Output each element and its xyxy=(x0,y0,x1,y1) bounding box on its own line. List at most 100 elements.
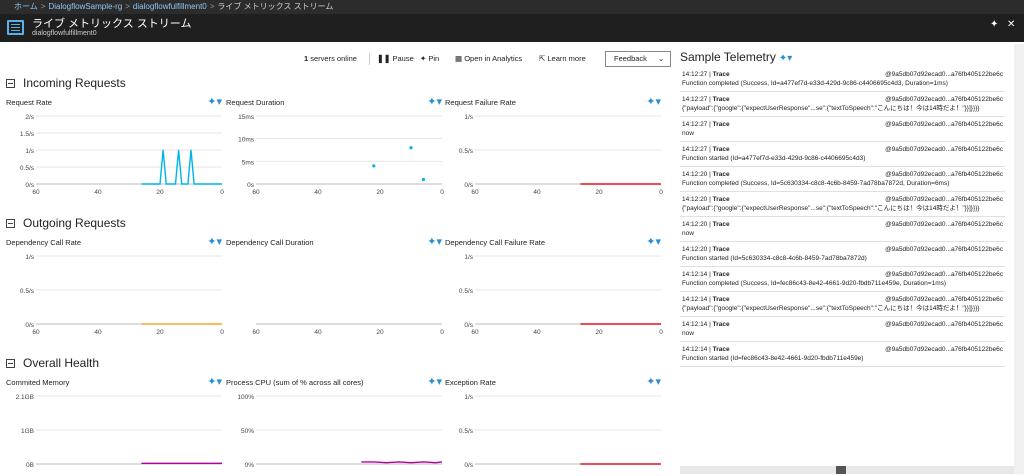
telemetry-row[interactable]: 14:12:20 | Trace @9a5db07d92ecad0...a76fb… xyxy=(680,193,1005,217)
chart-title: Commited Memory xyxy=(6,378,70,387)
filter-icon[interactable]: ✦▾ xyxy=(646,95,661,108)
telemetry-row[interactable]: 14:12:27 | Trace @9a5db07d92ecad0...a76fb… xyxy=(680,68,1005,92)
row-header: 14:12:14 | Trace @9a5db07d92ecad0...a76fb… xyxy=(682,271,1003,278)
row-id: @9a5db07d92ecad0...a76fb405122be6c xyxy=(885,221,1003,228)
x-tick-label: 20 xyxy=(156,189,164,196)
y-tick-label: 0/s xyxy=(464,322,473,329)
chart-title: Request Rate xyxy=(6,98,52,107)
row-type: Trace xyxy=(712,171,730,178)
section-outgoing[interactable]: Outgoing Requests xyxy=(6,216,126,230)
row-type: Trace xyxy=(712,221,730,228)
collapse-icon xyxy=(6,79,15,88)
filter-icon[interactable]: ✦▾ xyxy=(427,235,442,248)
chevron-down-icon: ⌄ xyxy=(658,54,665,63)
chart-request-failure-rate: Request Failure Rate ✦▾ 1/s 0.5/s 0/s 60 40 20 0 xyxy=(443,95,663,196)
section-incoming[interactable]: Incoming Requests xyxy=(6,76,126,90)
y-tick-label: 100% xyxy=(237,394,254,401)
telemetry-row[interactable]: 14:12:20 | Trace @9a5db07d92ecad0...a76fb… xyxy=(680,218,1005,242)
pause-button[interactable]: ❚❚ Pause xyxy=(377,50,414,68)
data-point xyxy=(409,146,413,150)
row-header: 14:12:20 | Trace @9a5db07d92ecad0...a76fb… xyxy=(682,171,1003,178)
x-tick-label: 40 xyxy=(94,329,102,336)
x-tick-label: 20 xyxy=(595,189,603,196)
row-time: 14:12:14 xyxy=(682,346,708,353)
x-tick-label: 20 xyxy=(376,329,384,336)
x-tick-label: 60 xyxy=(471,329,479,336)
x-tick-label: 40 xyxy=(533,189,541,196)
data-point xyxy=(421,177,425,182)
chart-title: Dependency Call Duration xyxy=(226,238,314,247)
breadcrumb-sep: > xyxy=(209,2,215,11)
telemetry-row[interactable]: 14:12:14 | Trace @9a5db07d92ecad0...a76fb… xyxy=(680,318,1005,342)
x-tick-label: 40 xyxy=(314,189,322,196)
x-tick-label: 60 xyxy=(252,189,260,196)
row-message: Function completed (Success, Id=a477ef7d… xyxy=(682,80,948,87)
telemetry-row[interactable]: 14:12:14 | Trace @9a5db07d92ecad0...a76fb… xyxy=(680,268,1005,292)
filter-icon[interactable]: ✦▾ xyxy=(646,375,661,388)
x-tick-label: 20 xyxy=(595,329,603,336)
filter-icon[interactable]: ✦▾ xyxy=(207,235,222,248)
filter-icon[interactable]: ✦▾ xyxy=(207,95,222,108)
y-tick-label: 0.5/s xyxy=(459,148,474,155)
chart-title: Request Duration xyxy=(226,98,285,107)
scrollbar-thumb[interactable] xyxy=(836,466,846,474)
x-tick-label: 20 xyxy=(376,189,384,196)
series-line xyxy=(361,461,443,464)
section-health[interactable]: Overall Health xyxy=(6,356,99,370)
y-tick-label: 1.5/s xyxy=(20,131,35,138)
y-tick-label: 1/s xyxy=(25,148,34,155)
telemetry-row[interactable]: 14:12:20 | Trace @9a5db07d92ecad0...a76fb… xyxy=(680,168,1005,192)
close-icon[interactable]: ✕ xyxy=(1007,19,1015,30)
row-time: 14:12:27 xyxy=(682,71,708,78)
telemetry-row[interactable]: 14:12:14 | Trace @9a5db07d92ecad0...a76fb… xyxy=(680,293,1005,317)
telemetry-row[interactable]: 14:12:20 | Trace @9a5db07d92ecad0...a76fb… xyxy=(680,243,1005,267)
pin-icon: ✦ xyxy=(420,54,427,63)
breadcrumb-app[interactable]: dialogflowfulfillment0 xyxy=(133,2,207,11)
feedback-dropdown[interactable]: Feedback ⌄ xyxy=(605,51,671,67)
row-message: Function started (Id=fec86c43-8e42-4661-… xyxy=(682,355,864,362)
horizontal-scrollbar[interactable] xyxy=(680,466,1014,474)
vertical-scrollbar[interactable] xyxy=(1014,44,1024,474)
row-id: @9a5db07d92ecad0...a76fb405122be6c xyxy=(885,96,1003,103)
live-metrics-icon xyxy=(7,20,24,35)
filter-icon[interactable]: ✦▾ xyxy=(779,53,792,64)
breadcrumb: ホーム > DialogflowSample-rg > dialogflowfulfil… xyxy=(0,0,1024,14)
row-time: 14:12:14 xyxy=(682,271,708,278)
y-tick-label: 5ms xyxy=(242,159,255,166)
breadcrumb-rg[interactable]: DialogflowSample-rg xyxy=(48,2,122,11)
row-id: @9a5db07d92ecad0...a76fb405122be6c xyxy=(885,321,1003,328)
row-time: 14:12:14 xyxy=(682,296,708,303)
row-message: Function completed (Success, Id=fec86c43… xyxy=(682,280,947,287)
y-tick-label: 0B xyxy=(26,462,34,469)
x-tick-label: 0 xyxy=(659,329,663,336)
row-type: Trace xyxy=(712,246,730,253)
filter-icon[interactable]: ✦▾ xyxy=(207,375,222,388)
row-message: {"payload":{"google":{"expectUserRespons… xyxy=(682,105,980,112)
row-message: {"payload":{"google":{"expectUserRespons… xyxy=(682,205,980,212)
row-time: 14:12:27 xyxy=(682,146,708,153)
telemetry-row[interactable]: 14:12:14 | Trace @9a5db07d92ecad0...a76fb… xyxy=(680,343,1005,367)
open-analytics-button[interactable]: ▦ Open in Analytics xyxy=(455,50,522,68)
telemetry-row[interactable]: 14:12:27 | Trace @9a5db07d92ecad0...a76fb… xyxy=(680,93,1005,117)
y-tick-label: 50% xyxy=(241,428,254,435)
x-tick-label: 0 xyxy=(659,189,663,196)
filter-icon[interactable]: ✦▾ xyxy=(427,375,442,388)
chart-request-duration: Request Duration ✦▾ 15ms 10ms 5ms 0s 60 40 20 0 xyxy=(224,95,444,196)
y-tick-label: 0.5/s xyxy=(459,288,474,295)
row-header: 14:12:20 | Trace @9a5db07d92ecad0...a76fb… xyxy=(682,246,1003,253)
y-tick-label: 0.5/s xyxy=(459,428,474,435)
y-tick-label: 0/s xyxy=(25,322,34,329)
row-id: @9a5db07d92ecad0...a76fb405122be6c xyxy=(885,246,1003,253)
breadcrumb-home[interactable]: ホーム xyxy=(14,2,38,11)
telemetry-row[interactable]: 14:12:27 | Trace @9a5db07d92ecad0...a76fb… xyxy=(680,143,1005,167)
y-tick-label: 1/s xyxy=(464,254,473,261)
filter-icon[interactable]: ✦▾ xyxy=(427,95,442,108)
x-tick-label: 40 xyxy=(533,329,541,336)
row-header: 14:12:14 | Trace @9a5db07d92ecad0...a76fb… xyxy=(682,296,1003,303)
pin-icon[interactable]: ✦ xyxy=(990,19,998,30)
telemetry-row[interactable]: 14:12:27 | Trace @9a5db07d92ecad0...a76fb… xyxy=(680,118,1005,142)
filter-icon[interactable]: ✦▾ xyxy=(646,235,661,248)
pin-button[interactable]: ✦ Pin xyxy=(420,50,439,68)
chart-dependency-call-rate: Dependency Call Rate ✦▾ 1/s 0.5/s 0/s 60 40 20 0 xyxy=(4,235,224,336)
learn-more-link[interactable]: ⇱ Learn more xyxy=(539,50,586,68)
